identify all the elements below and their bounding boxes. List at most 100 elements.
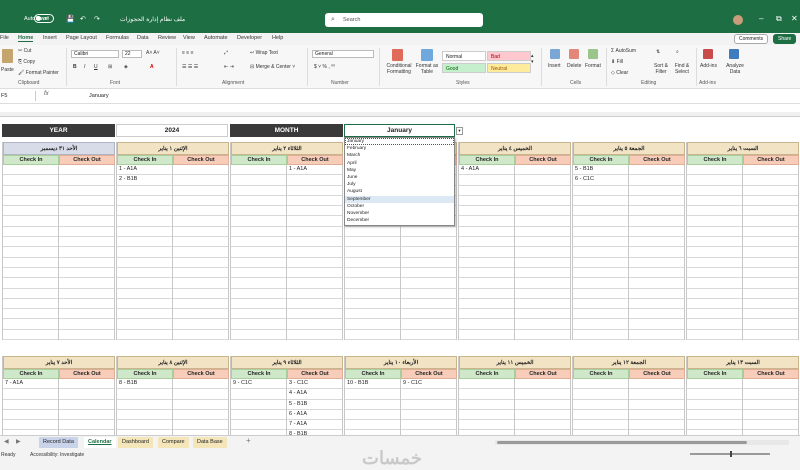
sheet-tab-compare[interactable]: Compare	[158, 437, 189, 448]
booking-cell[interactable]: 1 - A1A	[287, 165, 342, 176]
booking-cell[interactable]	[629, 216, 684, 227]
booking-cell[interactable]	[629, 165, 684, 176]
redo-icon[interactable]: ↷	[94, 15, 100, 23]
booking-cell[interactable]	[117, 299, 172, 310]
booking-cell[interactable]	[3, 309, 58, 320]
booking-cell[interactable]	[515, 247, 570, 258]
booking-cell[interactable]	[743, 319, 798, 330]
clear-button[interactable]: ◇ Clear	[611, 70, 628, 76]
booking-cell[interactable]	[173, 165, 228, 176]
booking-cell[interactable]	[687, 400, 742, 410]
font-size-select[interactable]: 22	[122, 50, 142, 58]
booking-cell[interactable]	[3, 258, 58, 268]
booking-cell[interactable]: 6 - A1A	[287, 410, 342, 421]
month-option[interactable]: October	[345, 203, 454, 210]
booking-cell[interactable]	[459, 278, 514, 289]
wrap-text-button[interactable]: ↩ Wrap Text	[250, 50, 278, 56]
booking-cell[interactable]	[459, 379, 514, 390]
booking-cell[interactable]	[59, 309, 114, 320]
booking-cell[interactable]	[573, 268, 628, 279]
booking-cell[interactable]	[459, 227, 514, 238]
booking-cell[interactable]: 4 - A1A	[287, 389, 342, 400]
booking-cell[interactable]	[59, 400, 114, 410]
booking-cell[interactable]	[117, 268, 172, 279]
addins-button[interactable]: Add-ins	[700, 63, 717, 69]
booking-cell[interactable]	[687, 196, 742, 207]
booking-cell[interactable]	[401, 268, 456, 279]
booking-cell[interactable]	[459, 196, 514, 207]
booking-cell[interactable]	[459, 258, 514, 268]
booking-cell[interactable]	[573, 330, 628, 341]
booking-cell[interactable]	[515, 216, 570, 227]
booking-cell[interactable]	[231, 289, 286, 299]
booking-cell[interactable]	[401, 237, 456, 248]
booking-cell[interactable]	[687, 175, 742, 186]
delete-icon[interactable]	[569, 49, 579, 59]
month-option[interactable]: May	[345, 167, 454, 174]
booking-cell[interactable]	[59, 237, 114, 248]
booking-cell[interactable]	[401, 319, 456, 330]
booking-cell[interactable]	[231, 216, 286, 227]
booking-cell[interactable]	[287, 278, 342, 289]
booking-cell[interactable]	[345, 309, 400, 320]
booking-cell[interactable]	[3, 237, 58, 248]
booking-cell[interactable]	[687, 278, 742, 289]
booking-cell[interactable]	[3, 389, 58, 400]
name-box[interactable]: F5	[0, 91, 36, 101]
booking-cell[interactable]	[59, 289, 114, 299]
booking-cell[interactable]	[629, 400, 684, 410]
share-button[interactable]: Share	[773, 34, 797, 44]
booking-cell[interactable]	[3, 196, 58, 207]
tab-automate[interactable]: Automate	[204, 35, 228, 41]
booking-cell[interactable]: 4 - A1A	[459, 165, 514, 176]
booking-cell[interactable]	[173, 216, 228, 227]
booking-cell[interactable]	[459, 206, 514, 217]
booking-cell[interactable]	[401, 330, 456, 341]
tab-home[interactable]: Home	[18, 35, 34, 42]
indent-icon[interactable]: ⇤ ⇥	[224, 64, 234, 70]
booking-cell[interactable]	[3, 400, 58, 410]
sheet-next-icon[interactable]: ▶	[16, 438, 21, 445]
booking-cell[interactable]	[743, 237, 798, 248]
booking-cell[interactable]	[459, 216, 514, 227]
booking-cell[interactable]	[173, 299, 228, 310]
booking-cell[interactable]	[59, 299, 114, 310]
booking-cell[interactable]	[231, 247, 286, 258]
sheet-tab-dashboard[interactable]: Dashboard	[118, 437, 153, 448]
booking-cell[interactable]	[573, 258, 628, 268]
booking-cell[interactable]	[173, 319, 228, 330]
booking-cell[interactable]	[345, 389, 400, 400]
booking-cell[interactable]	[231, 420, 286, 431]
booking-cell[interactable]	[743, 420, 798, 431]
booking-cell[interactable]	[515, 379, 570, 390]
booking-cell[interactable]	[629, 247, 684, 258]
booking-cell[interactable]	[173, 237, 228, 248]
month-option[interactable]: July	[345, 181, 454, 188]
month-select[interactable]: January	[344, 124, 455, 137]
booking-cell[interactable]	[401, 299, 456, 310]
booking-cell[interactable]	[287, 319, 342, 330]
booking-cell[interactable]	[629, 278, 684, 289]
analyze-data-button[interactable]: Analyze Data	[725, 63, 745, 75]
formula-input[interactable]: January	[89, 93, 109, 99]
booking-cell[interactable]	[173, 186, 228, 196]
booking-cell[interactable]	[629, 410, 684, 421]
booking-cell[interactable]	[59, 278, 114, 289]
cell-style-neutral[interactable]: Neutral	[487, 63, 531, 73]
booking-cell[interactable]	[687, 330, 742, 341]
booking-cell[interactable]	[743, 278, 798, 289]
booking-cell[interactable]	[287, 330, 342, 341]
booking-cell[interactable]: 3 - C1C	[287, 379, 342, 390]
tab-formulas[interactable]: Formulas	[106, 35, 129, 41]
booking-cell[interactable]	[59, 330, 114, 341]
copy-button[interactable]: ⎘ Copy	[18, 59, 35, 65]
booking-cell[interactable]	[173, 309, 228, 320]
booking-cell[interactable]	[687, 389, 742, 400]
booking-cell[interactable]	[287, 268, 342, 279]
month-option[interactable]: June	[345, 174, 454, 181]
booking-cell[interactable]	[401, 289, 456, 299]
booking-cell[interactable]	[515, 186, 570, 196]
booking-cell[interactable]	[231, 165, 286, 176]
booking-cell[interactable]	[459, 309, 514, 320]
booking-cell[interactable]	[59, 258, 114, 268]
